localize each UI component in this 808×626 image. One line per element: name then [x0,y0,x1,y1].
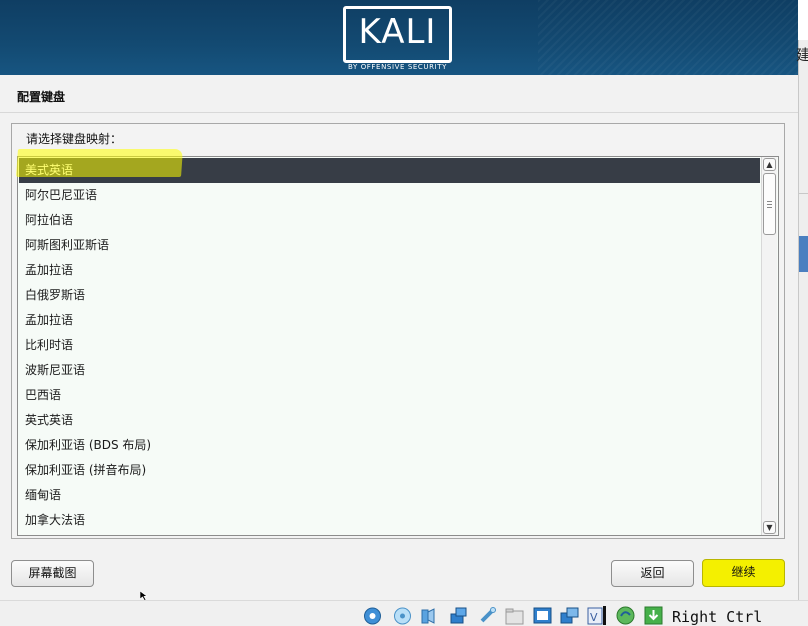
scroll-down-button[interactable]: ▼ [763,521,776,534]
installer-banner: KALI BY OFFENSIVE SECURITY [0,0,798,75]
continue-button[interactable]: 继续 [702,559,785,587]
hard-disk-icon[interactable] [363,606,382,625]
svg-text:V: V [590,611,598,624]
host-edge-selection [799,236,808,272]
keymap-list[interactable]: 美式英语 阿尔巴尼亚语 阿拉伯语 阿斯图利亚斯语 孟加拉语 白俄罗斯语 孟加拉语… [17,156,779,536]
keymap-prompt: 请选择键盘映射： [26,132,123,146]
highlighter-mark [16,149,183,177]
recording-icon[interactable]: V [587,606,606,625]
scroll-grip-line [767,207,772,208]
screenshot-button[interactable]: 屏幕截图 [11,560,94,587]
back-button[interactable]: 返回 [611,560,694,587]
logo-tagline: BY OFFENSIVE SECURITY [347,63,448,71]
display-icon[interactable] [533,606,552,625]
list-item[interactable]: 孟加拉语 [19,258,760,283]
page-title: 配置键盘 [17,90,66,104]
list-item[interactable]: 孟加拉语 [19,308,760,333]
list-item[interactable]: 白俄罗斯语 [19,283,760,308]
list-item[interactable]: 阿斯图利亚斯语 [19,233,760,258]
list-item[interactable]: 缅甸语 [19,483,760,508]
audio-icon[interactable] [420,606,439,625]
host-window-edge [798,0,808,600]
list-item[interactable]: 阿拉伯语 [19,208,760,233]
list-scrollbar[interactable]: ▲ ▼ [761,157,777,535]
title-divider [0,112,798,113]
scroll-grip-line [767,201,772,202]
network-icon[interactable] [449,606,468,625]
logo-text: KALI [358,12,437,52]
host-edge-divider [799,193,808,194]
host-edge-text: 建 [796,46,808,64]
list-item[interactable]: 阿尔巴尼亚语 [19,183,760,208]
optical-drive-icon[interactable] [393,606,412,625]
download-icon[interactable] [644,606,663,625]
list-item[interactable]: 保加利亚语 (拼音布局) [19,458,760,483]
list-item[interactable]: 巴西语 [19,383,760,408]
scroll-up-button[interactable]: ▲ [763,158,776,171]
list-item[interactable]: 波斯尼亚语 [19,358,760,383]
scroll-thumb[interactable] [763,173,776,235]
host-window-edge-top [798,0,808,40]
shared-folder-icon[interactable] [505,606,524,625]
host-network-icon[interactable] [560,606,579,625]
usb-icon[interactable] [478,606,497,625]
list-item[interactable]: 比利时语 [19,333,760,358]
list-item[interactable]: 保加利亚语 (BDS 布局) [19,433,760,458]
list-item[interactable]: 英式英语 [19,408,760,433]
kali-logo: KALI [343,6,452,63]
host-key-label: Right Ctrl [672,608,763,626]
list-item[interactable]: 加拿大法语 [19,508,760,533]
scroll-grip-line [767,204,772,205]
guest-additions-icon[interactable] [616,606,635,625]
